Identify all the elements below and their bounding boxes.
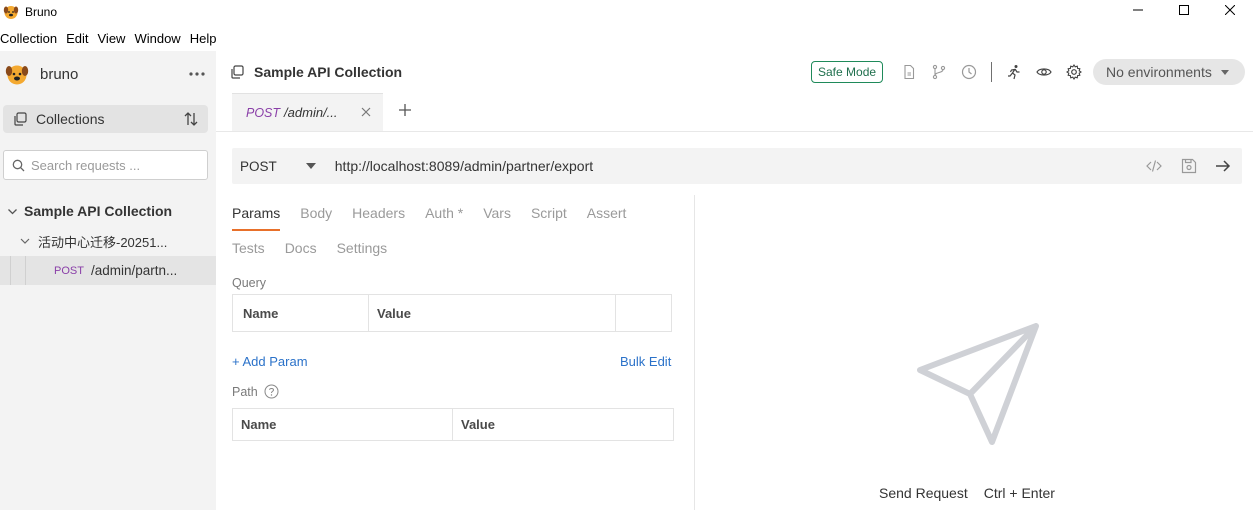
runner-icon[interactable] — [1006, 64, 1022, 80]
bruno-logo-icon — [3, 5, 19, 19]
sidebar-header: bruno — [0, 51, 216, 97]
query-value-header: Value — [369, 295, 616, 331]
request-tab[interactable]: POST /admin/... — [232, 93, 383, 131]
close-icon — [1225, 5, 1235, 15]
menu-help[interactable]: Help — [190, 31, 224, 46]
collections-label: Collections — [36, 111, 105, 127]
file-icon[interactable] — [901, 64, 917, 80]
collections-icon — [14, 112, 27, 126]
safe-mode-button[interactable]: Safe Mode — [811, 61, 884, 83]
toolbar-divider — [991, 62, 993, 82]
help-icon[interactable] — [264, 384, 279, 399]
collections-button[interactable]: Collections — [3, 105, 208, 133]
tab-tests[interactable]: Tests — [232, 240, 265, 266]
chevron-down-icon[interactable] — [7, 206, 18, 217]
send-request-label: Send Request — [879, 485, 968, 501]
add-tab-icon[interactable] — [398, 103, 412, 117]
sidebar: bruno Collections Sample API Collection — [0, 51, 216, 510]
path-value-header: Value — [461, 417, 495, 432]
maximize-button[interactable] — [1161, 0, 1207, 20]
request-pane-tabs: Params Body Headers Auth * Vars Script A… — [232, 205, 646, 231]
tab-docs[interactable]: Docs — [285, 240, 317, 266]
tab-vars[interactable]: Vars — [483, 205, 511, 231]
tab-body[interactable]: Body — [300, 205, 332, 231]
collection-title: Sample API Collection — [254, 64, 403, 80]
collection-header: Sample API Collection — [230, 62, 402, 82]
history-icon[interactable] — [961, 64, 977, 80]
sort-icon[interactable] — [183, 111, 199, 127]
tab-path: /admin/... — [284, 105, 338, 120]
request-pane-tabs-row2: Tests Docs Settings — [232, 240, 407, 266]
caret-down-icon[interactable] — [305, 163, 316, 169]
pane-divider[interactable] — [694, 195, 695, 510]
tab-bar-divider — [216, 131, 1253, 132]
menu-bar: Collection Edit View Window Help — [0, 27, 225, 49]
menu-window[interactable]: Window — [134, 31, 187, 46]
path-params-table: Name Value — [232, 408, 674, 441]
menu-edit[interactable]: Edit — [66, 31, 95, 46]
git-branch-icon[interactable] — [931, 64, 947, 80]
eye-icon[interactable] — [1036, 64, 1052, 80]
tab-script[interactable]: Script — [531, 205, 567, 231]
path-name-header: Name — [233, 409, 453, 440]
query-params-table: Name Value — [232, 294, 672, 332]
tab-method: POST — [246, 105, 281, 120]
chevron-down-icon[interactable] — [20, 236, 30, 246]
menu-view[interactable]: View — [98, 31, 133, 46]
query-name-header: Name — [233, 295, 369, 331]
tree-indent-guide — [10, 256, 11, 285]
brand-name: bruno — [40, 65, 79, 83]
minimize-icon — [1133, 9, 1143, 11]
tree-indent-guide — [25, 256, 26, 285]
window-title: Bruno — [25, 4, 58, 19]
path-section-label: Path — [232, 385, 258, 399]
menu-collection[interactable]: Collection — [0, 31, 64, 46]
search-requests-field[interactable] — [3, 150, 208, 180]
more-options-icon[interactable] — [188, 65, 206, 83]
title-bar: Bruno — [0, 0, 1253, 23]
tab-headers[interactable]: Headers — [352, 205, 405, 231]
tree-request-item[interactable]: POST /admin/partn... — [0, 256, 216, 285]
tab-settings[interactable]: Settings — [337, 240, 388, 266]
search-icon — [12, 159, 25, 171]
request-path-label: /admin/partn... — [90, 263, 178, 278]
bulk-edit-button[interactable]: Bulk Edit — [620, 354, 671, 369]
tab-auth[interactable]: Auth * — [425, 205, 463, 231]
maximize-icon — [1179, 5, 1189, 15]
caret-down-icon — [1220, 69, 1229, 75]
environment-label: No environments — [1106, 64, 1212, 80]
http-method-select[interactable]: POST — [240, 159, 277, 174]
minimize-button[interactable] — [1115, 0, 1161, 20]
environment-selector[interactable]: No environments — [1093, 59, 1245, 85]
close-tab-icon[interactable] — [361, 107, 371, 117]
window-controls — [1115, 0, 1253, 23]
tree-folder-label: 活动中心迁移-20251... — [38, 234, 168, 250]
send-shortcut-label: Ctrl + Enter — [983, 485, 1055, 501]
tab-params[interactable]: Params — [232, 205, 281, 231]
tab-assert[interactable]: Assert — [587, 205, 627, 231]
paper-plane-icon — [917, 323, 1039, 445]
tree-collection-label: Sample API Collection — [24, 203, 173, 219]
add-param-button[interactable]: + Add Param — [232, 354, 308, 369]
collection-toolbar: Safe Mode — [811, 59, 1083, 85]
bruno-logo-icon — [5, 65, 29, 85]
send-request-hint: Send Request Ctrl + Enter — [879, 485, 1055, 501]
query-section-label: Query — [232, 276, 267, 290]
send-arrow-icon[interactable] — [1214, 157, 1232, 175]
search-input[interactable] — [31, 157, 201, 173]
tree-collection-item[interactable]: Sample API Collection — [0, 201, 172, 221]
url-bar: POST http://localhost:8089/admin/partner… — [232, 148, 1242, 184]
code-icon[interactable] — [1145, 157, 1163, 175]
url-input[interactable]: http://localhost:8089/admin/partner/expo… — [335, 158, 593, 174]
copy-icon — [231, 65, 244, 79]
save-icon[interactable] — [1180, 157, 1198, 175]
request-method-badge: POST — [54, 264, 84, 277]
tree-folder-item[interactable]: 活动中心迁移-20251... — [0, 231, 167, 251]
query-actions-header — [616, 295, 671, 331]
settings-gear-icon[interactable] — [1066, 64, 1083, 80]
close-button[interactable] — [1207, 0, 1253, 20]
